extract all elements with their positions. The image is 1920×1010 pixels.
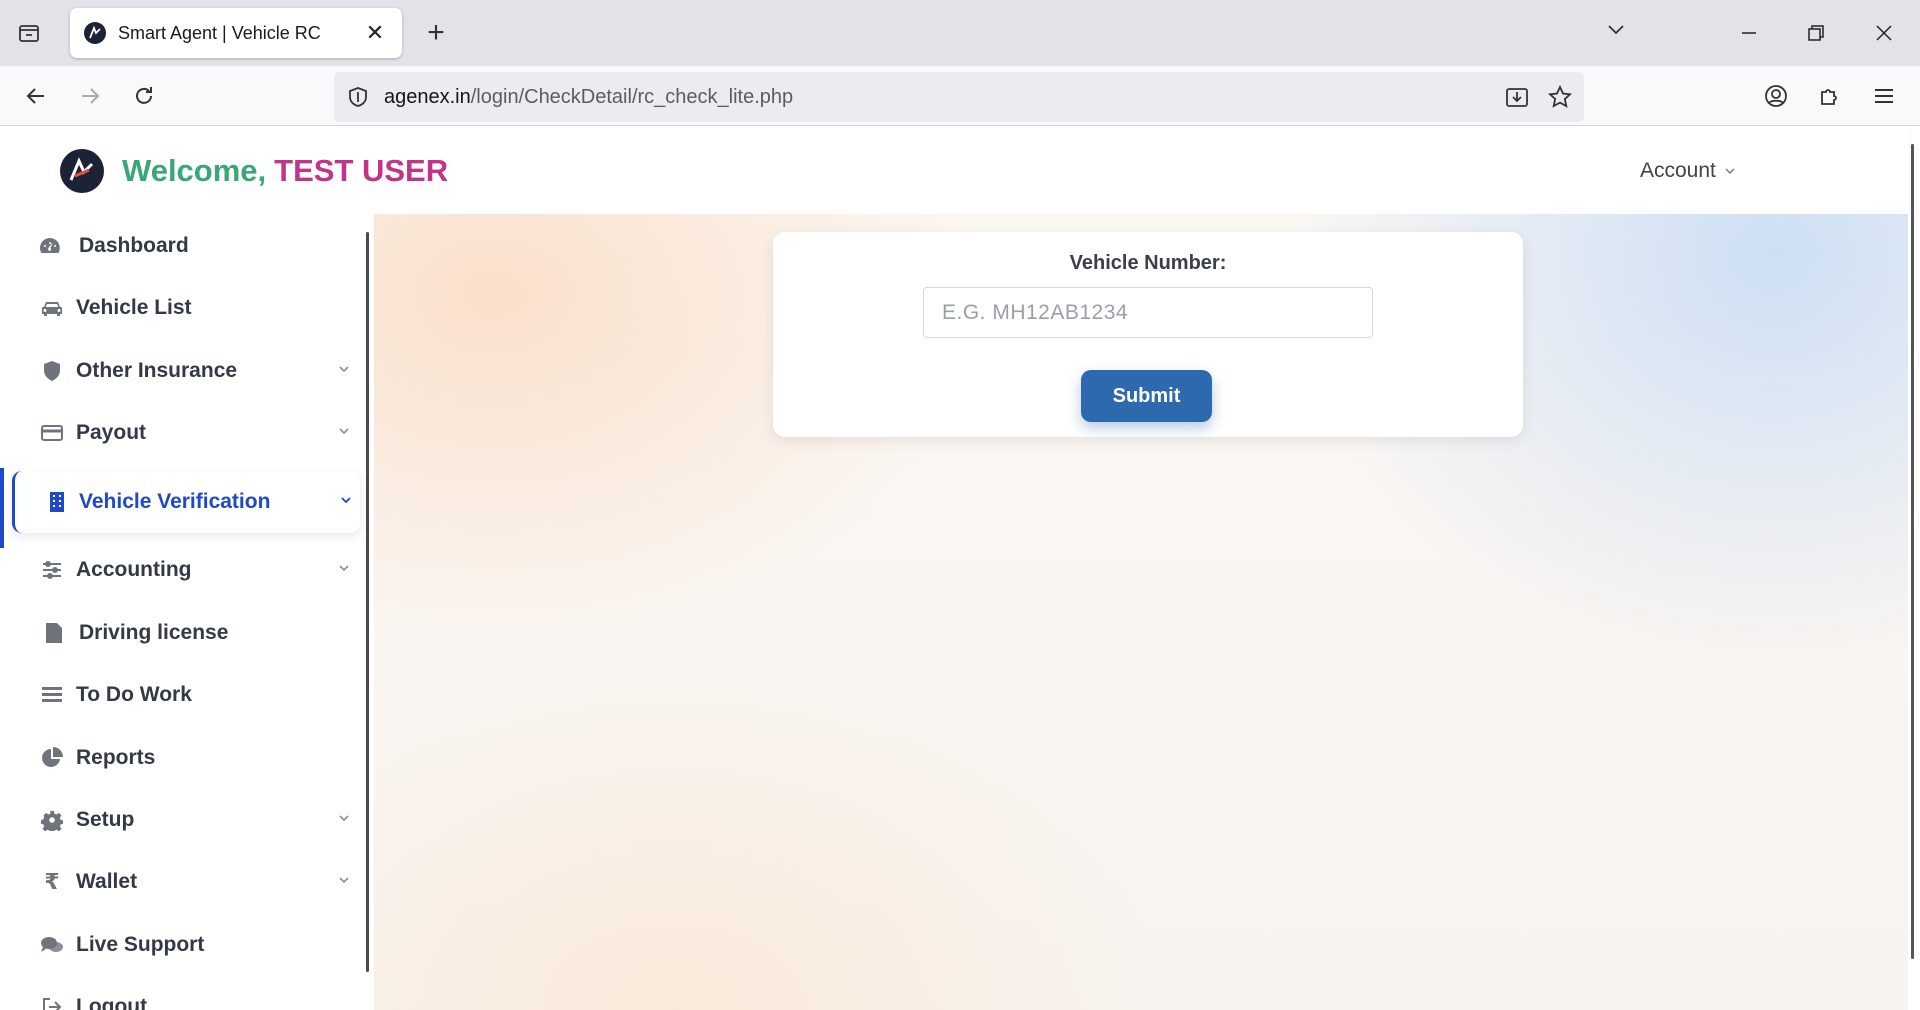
- chevron-down-icon: [338, 362, 350, 380]
- vehicle-search-card: Vehicle Number: Submit: [773, 232, 1523, 437]
- sliders-icon: [40, 558, 64, 582]
- page-scrollbar[interactable]: [1911, 144, 1914, 959]
- reload-icon[interactable]: [128, 80, 160, 112]
- sidebar-item-label: Driving license: [79, 621, 229, 644]
- car-icon: [40, 296, 64, 320]
- tab-title: Smart Agent | Vehicle RC: [118, 22, 321, 43]
- chevron-down-icon: [338, 424, 350, 442]
- shield-icon: [40, 359, 64, 383]
- menu-hamburger-icon[interactable]: [1868, 80, 1900, 112]
- welcome-heading: Welcome, TEST USER: [122, 153, 448, 189]
- building-icon: [45, 490, 69, 514]
- sidebar-item-driving-license[interactable]: Driving license: [0, 607, 360, 659]
- sidebar-item-reports[interactable]: Reports: [0, 732, 360, 784]
- tab-overview-icon[interactable]: [14, 18, 44, 48]
- active-indicator: [0, 468, 4, 548]
- sidebar-item-vehicle-verification[interactable]: Vehicle Verification: [12, 471, 360, 533]
- sidebar-item-label: Wallet: [76, 870, 138, 893]
- submit-button[interactable]: Submit: [1081, 370, 1212, 422]
- restore-icon[interactable]: [1801, 18, 1831, 48]
- chevron-down-icon: [340, 493, 352, 511]
- sidebar-scrollbar[interactable]: [366, 232, 369, 972]
- sidebar-item-label: Logout: [76, 995, 148, 1010]
- extensions-puzzle-icon[interactable]: [1814, 80, 1846, 112]
- sidebar-item-label: To Do Work: [76, 683, 192, 706]
- agenex-logo-icon[interactable]: [60, 149, 104, 193]
- tab-close-icon[interactable]: ✕: [362, 20, 388, 46]
- tab-list-chevron-icon[interactable]: [1605, 18, 1627, 45]
- url-path: /login/CheckDetail/rc_check_lite.php: [470, 86, 794, 108]
- chevron-down-icon: [1725, 168, 1735, 175]
- sidebar-item-logout[interactable]: Logout: [0, 981, 360, 1010]
- vehicle-number-input[interactable]: [923, 287, 1373, 338]
- tab-favicon-icon: [84, 22, 106, 44]
- logout-icon: [40, 995, 64, 1010]
- sidebar-item-wallet[interactable]: ₹ Wallet: [0, 856, 360, 908]
- window-close-icon[interactable]: [1869, 18, 1899, 48]
- sidebar-item-dashboard[interactable]: Dashboard: [0, 220, 360, 272]
- sidebar-item-label: Dashboard: [79, 234, 189, 257]
- browser-nav-bar: agenex.in/login/CheckDetail/rc_check_lit…: [0, 66, 1920, 126]
- pie-chart-icon: [40, 746, 64, 770]
- save-to-pocket-icon[interactable]: [1504, 84, 1530, 115]
- sidebar-item-setup[interactable]: Setup: [0, 794, 360, 846]
- forward-arrow-icon[interactable]: [74, 80, 106, 112]
- browser-tab[interactable]: Smart Agent | Vehicle RC ✕: [70, 8, 402, 58]
- url-domain: agenex.in: [384, 86, 471, 108]
- sidebar-item-label: Live Support: [76, 933, 205, 956]
- sidebar-item-live-support[interactable]: Live Support: [0, 919, 360, 971]
- list-icon: [40, 683, 64, 707]
- account-dropdown[interactable]: Account: [1640, 159, 1736, 183]
- sidebar-item-accounting[interactable]: Accounting: [0, 544, 360, 596]
- chat-icon: [40, 933, 64, 957]
- sidebar-item-label: Setup: [76, 808, 135, 831]
- chevron-down-icon: [338, 811, 350, 829]
- app-header: Welcome, TEST USER Account: [0, 127, 1908, 214]
- vehicle-number-label: Vehicle Number:: [1069, 252, 1227, 274]
- sidebar-item-label: Accounting: [76, 558, 192, 581]
- sidebar: Dashboard Vehicle List Other Insurance P…: [0, 214, 374, 1010]
- gear-icon: [40, 808, 64, 832]
- rupee-icon: ₹: [44, 869, 60, 895]
- browser-tab-bar: Smart Agent | Vehicle RC ✕ +: [0, 0, 1920, 66]
- chevron-down-icon: [338, 873, 350, 891]
- sidebar-item-payout[interactable]: Payout: [0, 407, 360, 459]
- sidebar-item-label: Vehicle List: [76, 296, 192, 319]
- sidebar-item-label: Vehicle Verification: [79, 490, 271, 513]
- dashboard-icon: [38, 234, 62, 258]
- document-icon: [42, 621, 66, 645]
- welcome-prefix: Welcome,: [122, 153, 267, 188]
- account-label: Account: [1640, 159, 1716, 182]
- sidebar-item-label: Reports: [76, 746, 156, 769]
- address-bar[interactable]: agenex.in/login/CheckDetail/rc_check_lit…: [334, 72, 1584, 122]
- sidebar-item-other-insurance[interactable]: Other Insurance: [0, 345, 360, 397]
- credit-card-icon: [40, 421, 64, 445]
- back-arrow-icon[interactable]: [20, 80, 52, 112]
- account-circle-icon[interactable]: [1760, 80, 1792, 112]
- main-content: Vehicle Number: Submit: [374, 214, 1908, 1010]
- sidebar-item-label: Payout: [76, 421, 147, 444]
- sidebar-item-label: Other Insurance: [76, 359, 238, 382]
- url-text[interactable]: agenex.in/login/CheckDetail/rc_check_lit…: [384, 86, 793, 109]
- sidebar-item-vehicle-list[interactable]: Vehicle List: [0, 282, 360, 334]
- chevron-down-icon: [338, 561, 350, 579]
- sidebar-item-to-do-work[interactable]: To Do Work: [0, 669, 360, 721]
- minimize-icon[interactable]: [1734, 18, 1764, 48]
- shield-icon[interactable]: [346, 85, 370, 114]
- bookmark-star-icon[interactable]: [1547, 84, 1573, 115]
- user-name: TEST USER: [274, 153, 449, 188]
- new-tab-icon[interactable]: +: [420, 17, 452, 49]
